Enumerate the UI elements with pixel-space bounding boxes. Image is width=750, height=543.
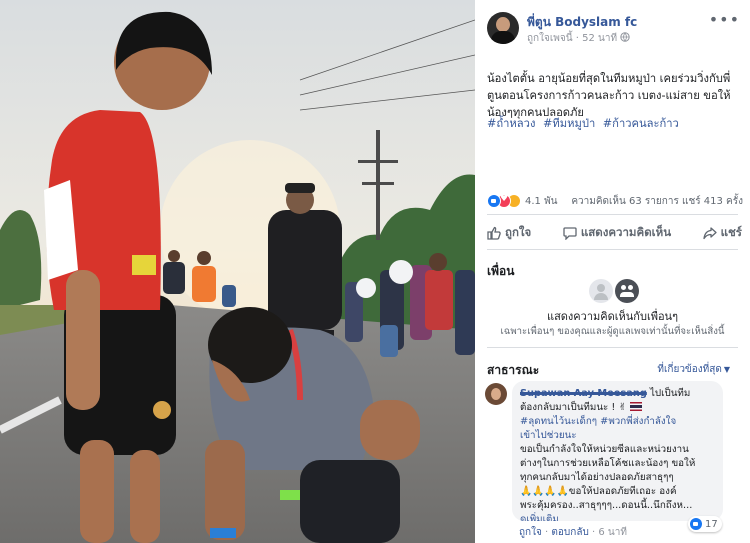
comment-line: ไปเป็นทีม — [649, 388, 691, 399]
comment-label: แสดงความคิดเห็น — [580, 225, 672, 239]
comment-likes: 17 — [705, 518, 718, 530]
hashtag-link[interactable]: #ทีมหมูป่า — [543, 117, 595, 130]
friends-group-icon — [615, 279, 639, 303]
friends-heading: เพื่อน — [487, 264, 515, 278]
comment-share-stats[interactable]: ความคิดเห็น 63 รายการ แชร์ 413 ครั้ง — [571, 194, 743, 209]
comment-hashtags[interactable]: #ลุดทนไว้นะเด็กๆ #พวกพี่ส่งกำลังใจ — [520, 415, 715, 429]
hashtag-link[interactable]: #ถ้ำหลวง — [487, 117, 535, 130]
comment-time[interactable]: 6 นาที — [598, 527, 627, 538]
commenter-avatar[interactable] — [485, 383, 507, 405]
friend-avatar-icon — [589, 279, 613, 303]
page-name-link[interactable]: พี่ตูน Bodyslam fc — [527, 13, 637, 32]
sort-label: ที่เกี่ยวข้องที่สุด — [657, 364, 722, 375]
comment-like-button[interactable]: ถูกใจ — [519, 527, 542, 538]
like-reaction-icon[interactable] — [487, 194, 501, 208]
page-avatar[interactable] — [487, 12, 519, 44]
comment-line: ต่างๆในการช่วยเหลือโค้ชและน้องๆ ขอให้ — [520, 458, 696, 469]
comment-line: ทุกคนกลับมาได้อย่างปลอดภัยสาธุๆๆ — [520, 472, 674, 483]
post-hashtags: #ถ้ำหลวง #ทีมหมูป่า #ก้าวคนละก้าว — [487, 114, 683, 132]
like-reaction-icon — [690, 518, 702, 530]
comment-hashtags[interactable]: เข้าไปช่วยนะ — [520, 429, 715, 443]
like-button[interactable]: ถูกใจ — [487, 222, 531, 244]
comment-actions: ถูกใจ · ตอบกลับ · 6 นาที — [519, 525, 627, 540]
see-more-link[interactable]: ดูเพิ่มเติม — [520, 513, 715, 521]
comment-like-count[interactable]: 17 — [688, 516, 722, 532]
friends-privacy-note: เฉพาะเพื่อนๆ ของคุณและผู้ดูแลเพจเท่านั้น… — [500, 326, 725, 337]
caret-down-icon: ▼ — [723, 365, 730, 374]
post-time[interactable]: 52 นาที — [582, 33, 617, 44]
post-photo[interactable] — [0, 0, 475, 543]
share-label: แชร์ — [720, 225, 742, 239]
comment-button[interactable]: แสดงความคิดเห็น — [563, 222, 671, 244]
divider — [487, 214, 738, 215]
meta-separator: · — [592, 527, 596, 538]
comment-line: 🙏🙏🙏🙏ขอให้ปลอดภัยทีเถอะ องค์ — [520, 486, 677, 497]
post-side-panel: พี่ตูน Bodyslam fc ถูกใจเพจนี้ · 52 นาที… — [475, 0, 750, 543]
post-actions: ถูกใจ แสดงความคิดเห็น แชร์ — [487, 222, 742, 244]
globe-icon — [620, 32, 630, 42]
public-heading: สาธารณะ — [487, 363, 540, 377]
friends-comment-prompt[interactable]: แสดงความคิดเห็นกับเพื่อนๆ — [475, 307, 750, 325]
thai-flag-icon — [629, 402, 642, 411]
comment-author[interactable]: Supawan Aay Meesang — [520, 388, 647, 399]
comment-line: ขอเป็นกำลังใจให้หน่วยซีลและหน่วยงาน — [520, 444, 689, 455]
divider — [487, 347, 738, 348]
post-header: พี่ตูน Bodyslam fc ถูกใจเพจนี้ · 52 นาที… — [487, 10, 742, 50]
post-meta: ถูกใจเพจนี้ · 52 นาที — [527, 31, 630, 46]
reaction-count[interactable]: 4.1 พัน — [525, 194, 558, 209]
comment-reply-button[interactable]: ตอบกลับ — [551, 527, 588, 538]
victory-hand-icon: ✌ — [618, 402, 627, 413]
divider — [487, 249, 738, 250]
friends-avatars — [589, 279, 639, 303]
share-button[interactable]: แชร์ — [702, 222, 742, 244]
reaction-summary: 4.1 พัน ความคิดเห็น 63 รายการ แชร์ 413 ค… — [487, 193, 743, 209]
like-page-link[interactable]: ถูกใจเพจนี้ — [527, 33, 573, 44]
thumbs-up-icon — [487, 226, 501, 240]
meta-separator: · — [575, 33, 579, 44]
hashtag-link[interactable]: #ก้าวคนละก้าว — [603, 117, 679, 130]
comment-line: พระคุ้มครอง..สาธุๆๆๆ...ดอนนี้..นึกถึงห..… — [520, 500, 693, 511]
comment-line: ต้องกลับมาเป็นทีมนะ ! — [520, 402, 616, 413]
comment-bubble: Supawan Aay Meesang ไปเป็นทีม ต้องกลับมา… — [512, 381, 723, 521]
more-options-icon[interactable]: ••• — [709, 10, 740, 29]
share-icon — [702, 227, 717, 240]
meta-separator: · — [545, 527, 549, 538]
comment-sort-dropdown[interactable]: ที่เกี่ยวข้องที่สุด ▼ — [657, 362, 730, 377]
comment-icon — [563, 227, 577, 240]
photo-illustration — [0, 0, 475, 543]
like-label: ถูกใจ — [505, 225, 532, 239]
